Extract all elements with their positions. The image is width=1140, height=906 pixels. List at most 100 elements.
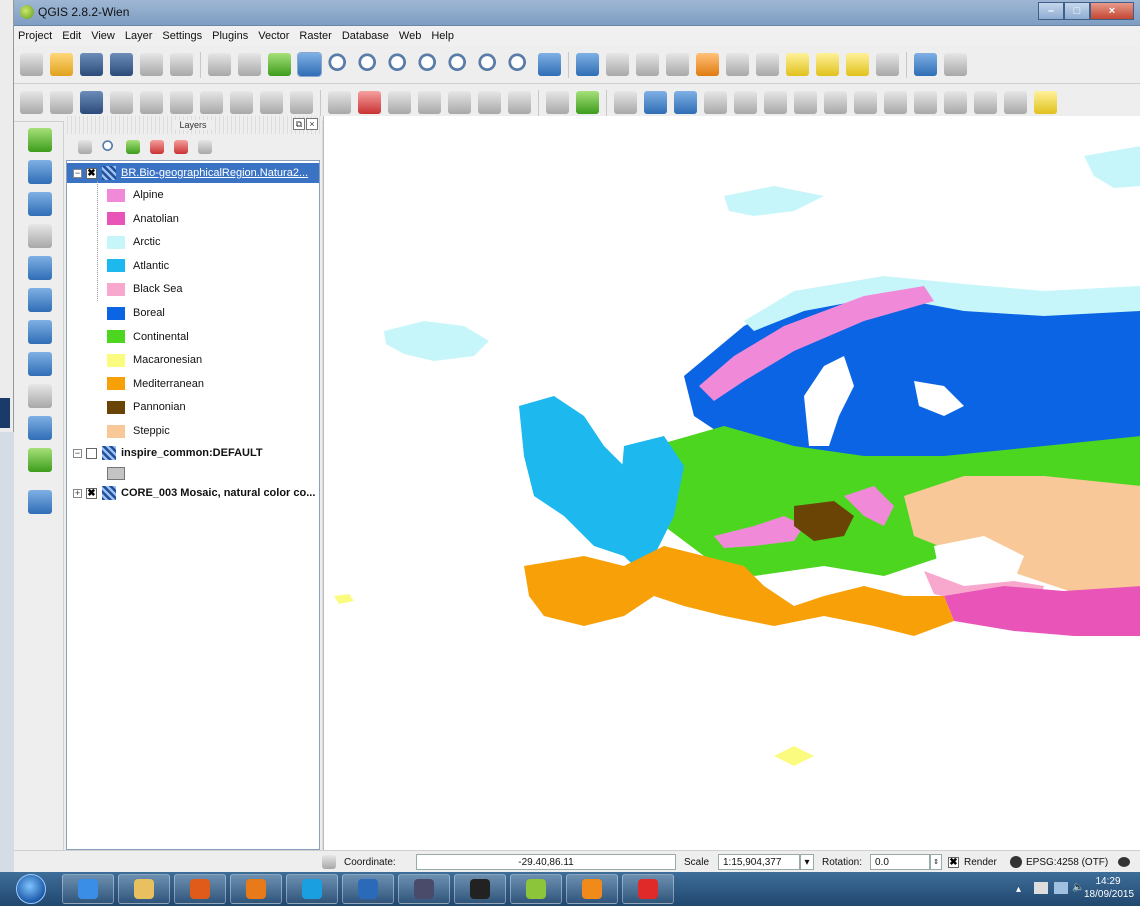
- delete-selected-icon[interactable]: [200, 91, 223, 114]
- file-explorer-taskbar-button[interactable]: [118, 874, 170, 904]
- text-annotation-icon[interactable]: [876, 53, 899, 76]
- menu-item-settings[interactable]: Settings: [162, 30, 202, 42]
- layer-row-inspire-common[interactable]: − inspire_common:DEFAULT: [73, 443, 263, 463]
- minimize-button[interactable]: –: [1038, 2, 1064, 20]
- layer-visibility-checkbox[interactable]: [86, 447, 97, 459]
- delete-part-icon[interactable]: [854, 91, 877, 114]
- collapse-icon[interactable]: −: [73, 168, 82, 178]
- zoom-full-icon[interactable]: [388, 53, 411, 76]
- obs-taskbar-button[interactable]: [454, 874, 506, 904]
- copy-features-icon[interactable]: [260, 91, 283, 114]
- add-wcs-layer-icon[interactable]: [28, 352, 52, 376]
- layer-row-bio-geographical[interactable]: − ✖ BR.Bio-geographicalRegion.Natura2...: [67, 163, 319, 183]
- zoom-in-icon[interactable]: [297, 52, 322, 77]
- messages-icon[interactable]: [1118, 854, 1130, 870]
- vlc-taskbar-button[interactable]: [566, 874, 618, 904]
- undo-icon[interactable]: [644, 91, 667, 114]
- composer-manager-icon[interactable]: [170, 53, 193, 76]
- add-wfs-layer-icon[interactable]: [28, 384, 52, 408]
- label-icon[interactable]: [328, 91, 351, 114]
- layer-row-core-003-mosaic[interactable]: + ✖ CORE_003 Mosaic, natural color co...: [73, 483, 315, 503]
- add-mssql-layer-icon[interactable]: [28, 256, 52, 280]
- qgis-taskbar-button[interactable]: [510, 874, 562, 904]
- add-vector-layer-icon[interactable]: [28, 128, 52, 152]
- paint-taskbar-button[interactable]: [622, 874, 674, 904]
- coordinate-field[interactable]: -29.40,86.11: [416, 854, 676, 870]
- menu-item-web[interactable]: Web: [399, 30, 421, 42]
- digitize-icon[interactable]: [614, 91, 637, 114]
- save-edits-icon[interactable]: [80, 91, 103, 114]
- new-shapefile-icon[interactable]: [28, 448, 52, 472]
- crs-status[interactable]: EPSG:4258 (OTF): [1010, 854, 1108, 870]
- pin-labels-icon[interactable]: [358, 91, 381, 114]
- measure-icon[interactable]: [756, 53, 779, 76]
- reshape-icon[interactable]: [884, 91, 907, 114]
- pan-icon[interactable]: [238, 53, 261, 76]
- split-features-icon[interactable]: [944, 91, 967, 114]
- zoom-to-selection-icon[interactable]: [418, 53, 441, 76]
- layer-visibility-checkbox[interactable]: ✖: [86, 487, 97, 499]
- network-icon[interactable]: [1054, 882, 1068, 894]
- float-panel-button[interactable]: ⧉: [293, 118, 305, 130]
- menu-item-database[interactable]: Database: [342, 30, 389, 42]
- menu-item-vector[interactable]: Vector: [258, 30, 289, 42]
- map-tips-icon[interactable]: [786, 53, 809, 76]
- remove-layer-icon[interactable]: [198, 140, 212, 154]
- add-part-icon[interactable]: [764, 91, 787, 114]
- coordinate-toggle[interactable]: [322, 854, 336, 870]
- split-parts-icon[interactable]: [974, 91, 997, 114]
- menu-item-project[interactable]: Project: [18, 30, 52, 42]
- move-label-icon[interactable]: [418, 91, 441, 114]
- paste-features-icon[interactable]: [290, 91, 313, 114]
- add-feature-icon[interactable]: [110, 91, 133, 114]
- expand-all-icon[interactable]: [150, 140, 164, 154]
- volume-icon[interactable]: 🔈: [1072, 882, 1084, 893]
- firefox-taskbar-button[interactable]: [230, 874, 282, 904]
- close-panel-button[interactable]: ×: [306, 118, 318, 130]
- office-taskbar-button[interactable]: [174, 874, 226, 904]
- expand-icon[interactable]: +: [73, 488, 82, 498]
- save-project-icon[interactable]: [80, 53, 103, 76]
- zoom-to-layer-icon[interactable]: [448, 53, 471, 76]
- system-clock[interactable]: 14:29 18/09/2015: [1084, 875, 1134, 901]
- add-ring-icon[interactable]: [734, 91, 757, 114]
- select-icon[interactable]: [636, 53, 659, 76]
- collapse-all-icon[interactable]: [174, 140, 188, 154]
- help-icon[interactable]: [914, 53, 937, 76]
- menu-item-help[interactable]: Help: [431, 30, 454, 42]
- csw-icon[interactable]: [546, 91, 569, 114]
- keepass-taskbar-button[interactable]: [398, 874, 450, 904]
- add-postgis-layer-icon[interactable]: [28, 192, 52, 216]
- show-hide-labels-icon[interactable]: [388, 91, 411, 114]
- manage-visibility-icon[interactable]: [102, 140, 116, 154]
- action-icon[interactable]: [606, 53, 629, 76]
- cut-features-icon[interactable]: [230, 91, 253, 114]
- open-project-icon[interactable]: [50, 53, 73, 76]
- rotation-field[interactable]: 0.0: [870, 854, 930, 870]
- refresh-icon[interactable]: [538, 53, 561, 76]
- menu-item-layer[interactable]: Layer: [125, 30, 153, 42]
- add-delimited-text-icon[interactable]: [28, 416, 52, 440]
- show-bookmarks-icon[interactable]: [846, 53, 869, 76]
- internet-explorer-taskbar-button[interactable]: [62, 874, 114, 904]
- tray-expand-icon[interactable]: ▴: [1016, 884, 1021, 895]
- maximize-button[interactable]: □: [1064, 2, 1090, 20]
- zoom-next-icon[interactable]: [508, 53, 531, 76]
- filter-legend-icon[interactable]: [126, 140, 140, 154]
- menu-item-plugins[interactable]: Plugins: [212, 30, 248, 42]
- add-spatialite-layer-icon[interactable]: [28, 224, 52, 248]
- change-label-icon[interactable]: [478, 91, 501, 114]
- zoom-out-icon[interactable]: [328, 53, 351, 76]
- render-toggle[interactable]: ✖ Render: [948, 854, 997, 870]
- add-group-icon[interactable]: [78, 140, 92, 154]
- action-center-icon[interactable]: [1034, 882, 1048, 894]
- plugin-icon[interactable]: [576, 91, 599, 114]
- add-raster-layer-icon[interactable]: [28, 160, 52, 184]
- menu-item-view[interactable]: View: [91, 30, 115, 42]
- add-georeferencer-icon[interactable]: [28, 490, 52, 514]
- whats-this-icon[interactable]: [944, 53, 967, 76]
- fill-ring-icon[interactable]: [794, 91, 817, 114]
- toggle-editing-icon[interactable]: [50, 91, 73, 114]
- deselect-icon[interactable]: [666, 53, 689, 76]
- map-canvas[interactable]: [323, 116, 1140, 850]
